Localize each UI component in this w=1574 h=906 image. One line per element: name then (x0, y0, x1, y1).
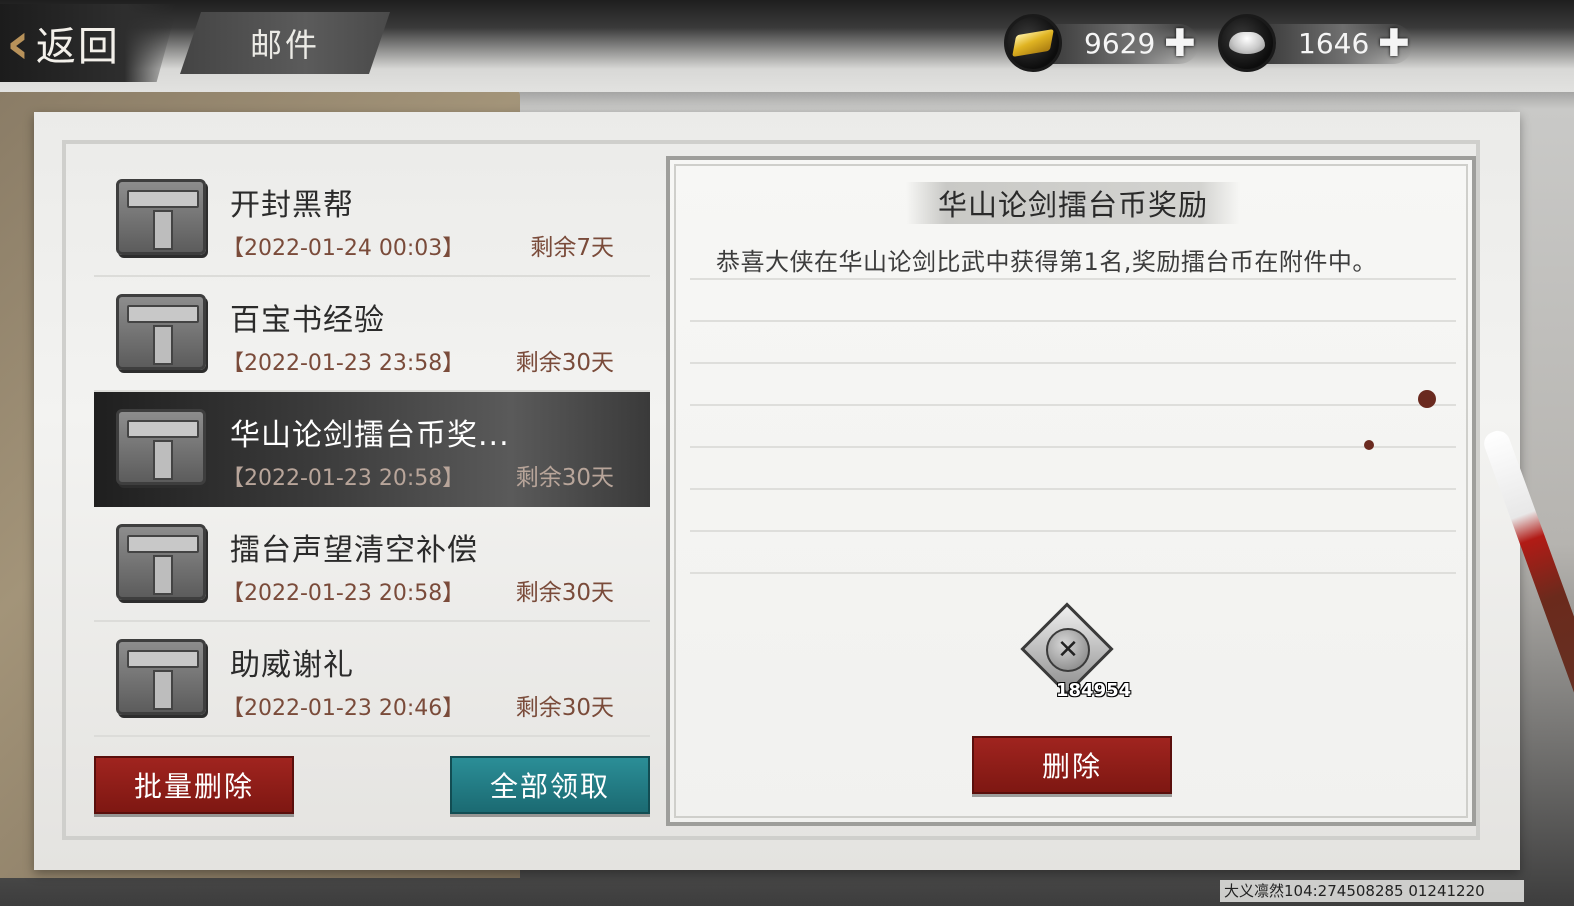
ink-drop-decoration (1418, 390, 1436, 408)
ruled-line (690, 446, 1456, 448)
mail-remaining: 剩余7天 (530, 235, 614, 261)
ruled-line (690, 362, 1456, 364)
detail-title: 华山论剑擂台币奖励 (906, 182, 1240, 224)
mail-date: 【2022-01-23 20:46】 (222, 696, 465, 721)
ruled-line (690, 488, 1456, 490)
gold-amount: 9629 (1084, 26, 1156, 60)
mail-detail-pane: 华山论剑擂台币奖励 恭喜大侠在华山论剑比武中获得第1名,奖励擂台币在附件中。 ✕… (666, 156, 1476, 826)
mail-date: 【2022-01-24 00:03】 (222, 236, 465, 261)
page-title: 邮件 (180, 12, 390, 74)
mail-book-icon (116, 639, 206, 715)
back-label: 返回 (35, 24, 120, 70)
ink-drop-decoration (1364, 440, 1374, 450)
silver-amount: 1646 (1298, 26, 1370, 60)
mail-title: 开封黑帮 (230, 188, 354, 223)
detail-body: 恭喜大侠在华山论剑比武中获得第1名,奖励擂台币在附件中。 (716, 248, 1377, 276)
mail-date: 【2022-01-23 23:58】 (222, 351, 465, 376)
mail-item[interactable]: 助威谢礼 【2022-01-23 20:46】 剩余30天 (94, 622, 650, 737)
add-silver-button[interactable]: ✚ (1378, 21, 1410, 65)
attachment-item[interactable]: ✕ 184954 (1020, 602, 1131, 701)
silver-currency: 1646 ✚ (1218, 14, 1418, 72)
mail-remaining: 剩余30天 (515, 580, 614, 606)
watermark-text: 大义凛然104:274508285 01241220 (1220, 880, 1524, 902)
delete-button[interactable]: 删除 (972, 736, 1172, 794)
ruled-line (690, 320, 1456, 322)
arena-coin-icon: ✕ (1046, 628, 1090, 672)
mail-date: 【2022-01-23 20:58】 (222, 581, 465, 606)
ruled-line (690, 404, 1456, 406)
mail-remaining: 剩余30天 (515, 350, 614, 376)
chevron-left-icon: ‹ (6, 9, 30, 77)
mail-item-selected[interactable]: 华山论剑擂台币奖... 【2022-01-23 20:58】 剩余30天 (94, 392, 650, 507)
mail-title: 华山论剑擂台币奖... (230, 418, 510, 453)
mail-book-icon (116, 409, 206, 485)
ruled-line (690, 572, 1456, 574)
gold-currency: 9629 ✚ (1004, 14, 1204, 72)
mail-title: 百宝书经验 (230, 303, 385, 338)
back-button[interactable]: ‹ 返回 (0, 4, 178, 82)
top-bar: ‹ 返回 邮件 9629 ✚ 1646 ✚ (0, 0, 1574, 92)
mail-title: 擂台声望清空补偿 (230, 533, 478, 568)
attachment-count: 184954 (1056, 680, 1132, 701)
silver-ingot-icon (1218, 14, 1276, 72)
mail-remaining: 剩余30天 (515, 465, 614, 491)
mail-list: 开封黑帮 【2022-01-24 00:03】 剩余7天 百宝书经验 【2022… (94, 162, 650, 737)
add-gold-button[interactable]: ✚ (1164, 21, 1196, 65)
batch-delete-button[interactable]: 批量删除 (94, 756, 294, 814)
gold-ingot-icon (1004, 14, 1062, 72)
mail-book-icon (116, 179, 206, 255)
mail-item[interactable]: 擂台声望清空补偿 【2022-01-23 20:58】 剩余30天 (94, 507, 650, 622)
ruled-line (690, 530, 1456, 532)
claim-all-button[interactable]: 全部领取 (450, 756, 650, 814)
mail-title: 助威谢礼 (230, 648, 354, 683)
mail-book-icon (116, 294, 206, 370)
mail-book-icon (116, 524, 206, 600)
mail-item[interactable]: 百宝书经验 【2022-01-23 23:58】 剩余30天 (94, 277, 650, 392)
mail-remaining: 剩余30天 (515, 695, 614, 721)
mail-date: 【2022-01-23 20:58】 (222, 466, 465, 491)
mail-item[interactable]: 开封黑帮 【2022-01-24 00:03】 剩余7天 (94, 162, 650, 277)
